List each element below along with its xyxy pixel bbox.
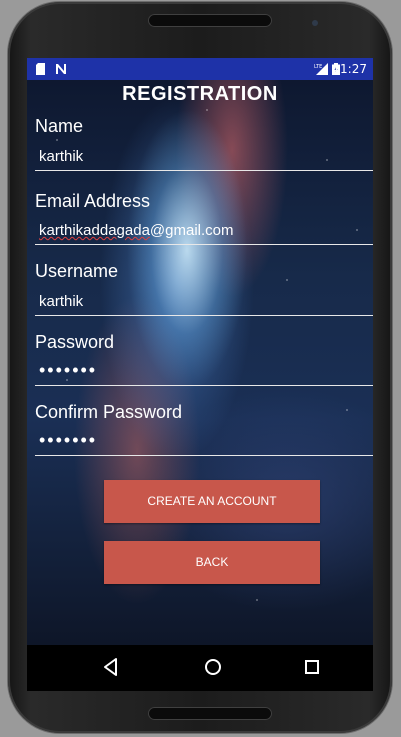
home-icon[interactable] xyxy=(201,655,225,679)
bottom-speaker xyxy=(148,707,272,720)
front-camera xyxy=(312,20,318,26)
create-account-button[interactable]: CREATE AN ACCOUNT xyxy=(104,480,320,523)
email-value-domain: @gmail.com xyxy=(149,222,234,239)
name-field[interactable]: karthik xyxy=(35,143,373,171)
recents-icon[interactable] xyxy=(300,655,324,679)
lte-signal-icon: LTE xyxy=(314,63,328,75)
navigation-bar xyxy=(27,645,373,691)
confirm-password-value: ••••••• xyxy=(39,430,98,450)
status-bar: LTE 11:27 xyxy=(27,58,373,80)
username-field[interactable]: karthik xyxy=(35,288,373,316)
password-field[interactable]: ••••••• xyxy=(35,358,373,386)
confirm-password-label: Confirm Password xyxy=(35,402,183,422)
email-label: Email Address xyxy=(35,191,151,211)
registration-screen: REGISTRATION Name karthik Email Address … xyxy=(27,80,373,645)
back-icon[interactable] xyxy=(99,655,123,679)
password-label: Password xyxy=(35,332,115,352)
page-title: REGISTRATION xyxy=(122,83,278,105)
status-time: 11:27 xyxy=(332,62,367,76)
n-notification-icon xyxy=(55,63,67,75)
phone-frame: LTE 11:27 REGISTRATION Name karthik Emai… xyxy=(8,2,392,733)
name-value: karthik xyxy=(39,148,84,165)
screen: LTE 11:27 REGISTRATION Name karthik Emai… xyxy=(27,58,373,691)
back-button[interactable]: BACK xyxy=(104,541,320,584)
email-field[interactable]: karthikaddagada@gmail.com xyxy=(35,217,373,245)
username-value: karthik xyxy=(39,293,84,310)
svg-text:LTE: LTE xyxy=(314,64,322,70)
sim-card-icon xyxy=(35,63,47,75)
email-value: karthikaddagada@gmail.com xyxy=(39,222,234,239)
confirm-password-field[interactable]: ••••••• xyxy=(35,428,373,456)
email-value-misspelled: karthikaddagada xyxy=(39,222,150,239)
top-speaker xyxy=(148,14,272,27)
name-label: Name xyxy=(35,116,84,136)
username-label: Username xyxy=(35,261,119,281)
password-value: ••••••• xyxy=(39,360,98,380)
